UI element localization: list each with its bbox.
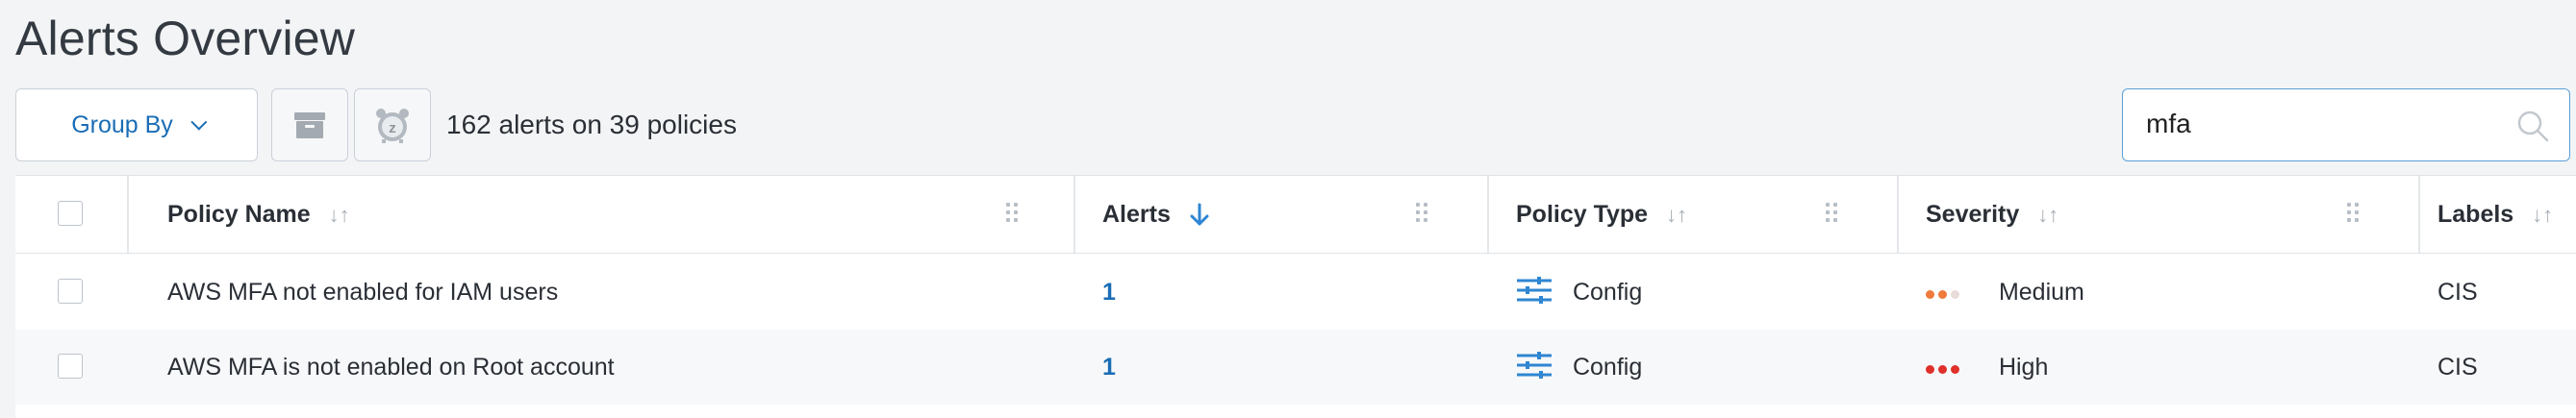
search-icon[interactable] — [2515, 109, 2550, 143]
table-row[interactable]: AWS MFA is not enabled on Root account 1… — [15, 330, 2576, 405]
drag-handle-icon[interactable] — [1416, 203, 1429, 224]
column-divider — [1897, 176, 1899, 253]
group-by-label: Group By — [71, 111, 173, 138]
severity-cell: Medium — [1926, 255, 2084, 330]
sort-icon[interactable]: ↓↑ — [329, 177, 350, 254]
toolbar: Group By z 162 alerts on 39 policies — [15, 88, 2576, 163]
policy-name-cell: AWS MFA is not enabled on Root account — [167, 354, 615, 381]
page-title: Alerts Overview — [15, 12, 356, 65]
sliders-icon — [1517, 277, 1552, 305]
header-alerts-label: Alerts — [1102, 201, 1171, 228]
select-all-checkbox[interactable] — [58, 201, 83, 226]
archive-button[interactable] — [271, 88, 348, 161]
drag-handle-icon[interactable] — [1006, 203, 1020, 224]
policy-type-cell: Config — [1516, 330, 1642, 405]
chevron-down-icon — [190, 113, 208, 131]
search-field[interactable] — [2122, 88, 2570, 161]
archive-icon — [294, 112, 325, 138]
policy-type-cell: Config — [1516, 255, 1642, 330]
severity-indicator-icon — [1926, 254, 1963, 329]
alerts-summary: 162 alerts on 39 policies — [446, 110, 737, 139]
severity-indicator-icon — [1926, 329, 1963, 404]
group-by-button[interactable]: Group By — [15, 88, 258, 161]
search-input[interactable] — [2146, 89, 2512, 159]
policy-type-label: Config — [1572, 279, 1643, 306]
header-labels-label: Labels — [2437, 201, 2514, 228]
svg-text:z: z — [389, 120, 396, 136]
table-row[interactable]: AWS MFA not enabled for IAM users 1 Conf… — [15, 255, 2576, 330]
header-labels[interactable]: Labels ↓↑ — [2437, 176, 2553, 253]
drag-handle-icon[interactable] — [1826, 203, 1839, 224]
sort-icon[interactable]: ↓↑ — [2037, 177, 2058, 254]
arrow-down-icon[interactable] — [1189, 203, 1210, 228]
alerts-table: Policy Name ↓↑ Alerts Policy Type ↓↑ Sev… — [15, 175, 2576, 418]
column-divider — [127, 176, 129, 253]
labels-cell: CIS — [2437, 279, 2478, 306]
header-severity-label: Severity — [1926, 201, 2020, 228]
header-policy-type[interactable]: Policy Type ↓↑ — [1516, 176, 1687, 253]
header-policy-name-label: Policy Name — [167, 201, 311, 228]
severity-label: Medium — [1998, 279, 2084, 306]
drag-handle-icon[interactable] — [2347, 203, 2361, 224]
sort-icon[interactable]: ↓↑ — [2532, 177, 2553, 254]
header-alerts[interactable]: Alerts — [1102, 176, 1210, 253]
sliders-icon — [1517, 352, 1552, 380]
header-policy-type-label: Policy Type — [1516, 201, 1649, 228]
severity-label: High — [1998, 354, 2049, 381]
header-severity[interactable]: Severity ↓↑ — [1926, 176, 2058, 253]
column-divider — [1073, 176, 1075, 253]
alerts-count-link[interactable]: 1 — [1102, 255, 1116, 330]
row-checkbox[interactable] — [58, 354, 83, 379]
policy-name-cell: AWS MFA not enabled for IAM users — [167, 279, 559, 306]
header-policy-name[interactable]: Policy Name ↓↑ — [167, 176, 350, 253]
alerts-count-link[interactable]: 1 — [1102, 330, 1116, 405]
column-divider — [2418, 176, 2420, 253]
table-header: Policy Name ↓↑ Alerts Policy Type ↓↑ Sev… — [15, 176, 2576, 254]
row-checkbox[interactable] — [58, 279, 83, 304]
snooze-button[interactable]: z — [354, 88, 431, 161]
alarm-clock-icon: z — [376, 109, 409, 143]
sort-icon[interactable]: ↓↑ — [1666, 177, 1687, 254]
labels-cell: CIS — [2437, 354, 2478, 381]
severity-cell: High — [1926, 330, 2048, 405]
column-divider — [1487, 176, 1489, 253]
policy-type-label: Config — [1572, 354, 1643, 381]
